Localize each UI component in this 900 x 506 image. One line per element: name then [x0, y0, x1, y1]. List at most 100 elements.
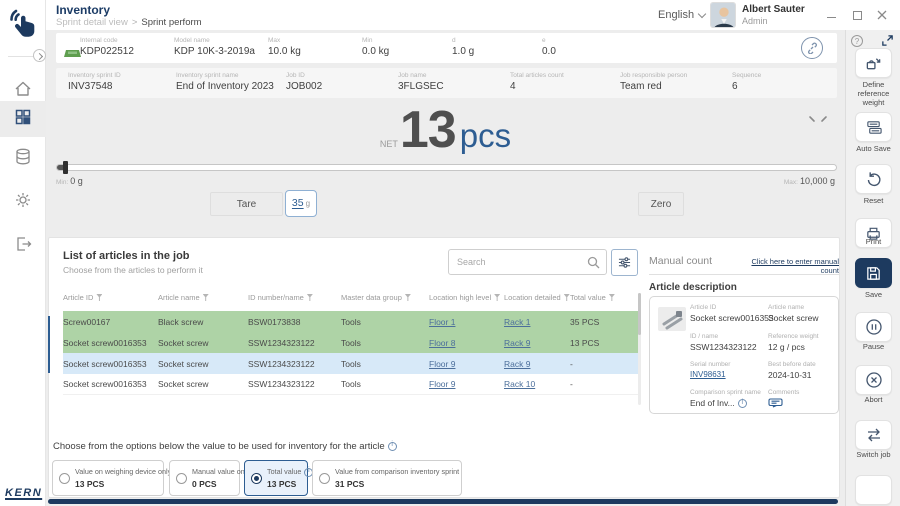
main-content: Internal codeKDP022512 Model nameKDP 10K… — [46, 30, 845, 506]
option-total-value[interactable]: Total value 13 PCS — [244, 460, 308, 496]
floor-link[interactable]: Floor 9 — [429, 359, 455, 369]
sidebar-item-apps[interactable] — [0, 101, 46, 137]
cell-total: - — [570, 379, 638, 389]
article-photo — [658, 307, 686, 331]
slider-handle[interactable] — [63, 161, 68, 174]
tare-button[interactable]: Tare — [210, 192, 283, 216]
column-header[interactable]: Article name — [158, 293, 248, 302]
app-logo-touch-icon — [7, 5, 39, 43]
collapse-display-icon[interactable] — [808, 110, 828, 128]
user-avatar[interactable] — [710, 2, 736, 28]
sprint-field: Sequence6 — [732, 72, 761, 92]
auto-save-button[interactable] — [855, 112, 892, 142]
cell-group: Tools — [341, 379, 429, 389]
filter-funnel-icon[interactable] — [96, 294, 102, 301]
comments-icon[interactable] — [768, 398, 783, 408]
floor-link[interactable]: Floor 1 — [429, 317, 455, 327]
device-field: Max10.0 kg — [268, 37, 301, 57]
filter-funnel-icon[interactable] — [307, 294, 313, 301]
abort-button[interactable] — [855, 365, 892, 395]
window-maximize-button[interactable] — [850, 8, 864, 22]
window-close-button[interactable] — [875, 8, 889, 22]
sprint-field: Job name3FLGSEC — [398, 72, 444, 92]
rack-link[interactable]: Rack 10 — [504, 379, 535, 389]
user-name: Albert Sauter — [742, 4, 805, 15]
sidebar-item-settings[interactable] — [0, 184, 46, 220]
reset-button[interactable] — [855, 164, 892, 194]
filter-settings-button[interactable] — [611, 249, 638, 276]
floor-link[interactable]: Floor 8 — [429, 338, 455, 348]
option-weighing-device-only[interactable]: Value on weighing device only 13 PCS — [52, 460, 164, 496]
switch-job-button[interactable] — [855, 420, 892, 450]
device-connection-link-icon[interactable] — [801, 37, 823, 59]
table-row[interactable]: Socket screw0016353 Socket screw SSW1234… — [63, 374, 638, 395]
search-input[interactable] — [457, 251, 585, 273]
filter-funnel-icon[interactable] — [203, 294, 209, 301]
rack-link[interactable]: Rack 1 — [504, 317, 530, 327]
column-header[interactable]: Location high level — [429, 293, 504, 302]
table-row[interactable]: Screw00167 Black screw BSW0173838 Tools … — [63, 311, 638, 332]
tare-value[interactable]: 35 — [292, 197, 304, 209]
breadcrumb-current: Sprint perform — [141, 17, 201, 28]
sidebar-item-database[interactable] — [0, 141, 46, 177]
floor-link[interactable]: Floor 9 — [429, 379, 455, 389]
column-header[interactable]: Location detailed — [504, 293, 570, 302]
table-scrollbar[interactable] — [638, 293, 641, 405]
filter-funnel-icon[interactable] — [405, 294, 411, 301]
column-header[interactable]: ID number/name — [248, 293, 341, 302]
search-icon — [587, 256, 600, 269]
column-header[interactable]: Article ID — [63, 293, 158, 302]
sidebar-expand-toggle[interactable] — [33, 49, 46, 62]
abort-icon — [865, 371, 883, 389]
radio-unselected[interactable] — [176, 473, 187, 484]
manual-count-link[interactable]: Click here to enter manual count — [743, 257, 839, 275]
radio-unselected[interactable] — [59, 473, 70, 484]
serial-number-link[interactable]: INV98631 — [690, 370, 730, 379]
partial-bottom-button[interactable] — [855, 475, 892, 505]
option-comparison-sprint-value[interactable]: Value from comparison inventory sprint 3… — [312, 460, 462, 496]
weight-range-slider[interactable] — [56, 164, 837, 171]
table-row-selected[interactable]: Socket screw0016353 Socket screw SSW1234… — [63, 353, 638, 374]
desc-field-article-name: Article nameSocket screw — [768, 304, 819, 323]
window-minimize-button[interactable] — [824, 8, 838, 22]
device-field: e0.0 — [542, 37, 556, 57]
cell-total: 13 PCS — [570, 338, 638, 348]
range-max: Max:10,000 g — [784, 176, 835, 186]
radio-selected[interactable] — [251, 473, 262, 484]
help-icon[interactable]: ? — [851, 35, 863, 47]
rack-link[interactable]: Rack 9 — [504, 359, 530, 369]
zero-button[interactable]: Zero — [638, 192, 684, 216]
language-selector[interactable]: English — [658, 9, 705, 21]
manual-count-label: Manual count — [649, 255, 712, 267]
sliders-icon — [618, 256, 631, 269]
horizontal-scrollbar[interactable] — [48, 499, 838, 504]
column-header[interactable]: Master data group — [341, 293, 429, 302]
info-icon[interactable] — [388, 442, 397, 451]
filter-funnel-icon[interactable] — [564, 294, 570, 301]
cell-article-id: Screw00167 — [63, 317, 158, 327]
cell-article-name: Socket screw — [158, 359, 248, 369]
toolbar-label-print: Print — [846, 237, 900, 246]
device-field: d1.0 g — [452, 37, 474, 57]
pause-button[interactable] — [855, 312, 892, 342]
save-button[interactable] — [855, 258, 892, 288]
minimize-icon — [827, 17, 836, 18]
options-prompt: Choose from the options below the value … — [53, 441, 397, 452]
sidebar-item-logout[interactable] — [0, 228, 46, 264]
option-manual-value-only[interactable]: Manual value only 0 PCS — [169, 460, 240, 496]
filter-funnel-icon[interactable] — [609, 294, 615, 301]
sprint-info-bar: Inventory sprint IDINV37548 Inventory sp… — [56, 68, 837, 98]
search-box[interactable] — [448, 249, 607, 275]
column-header[interactable]: Total value — [570, 293, 638, 302]
toolbar-label-auto-save: Auto Save — [846, 144, 900, 153]
tare-value-input[interactable]: 35 g — [285, 190, 317, 217]
breadcrumb-parent[interactable]: Sprint detail view — [56, 17, 128, 28]
table-row[interactable]: Socket screw0016353 Socket screw SSW1234… — [63, 332, 638, 353]
toolbar-label-switch-job: Switch job — [846, 450, 900, 459]
define-reference-weight-button[interactable] — [855, 48, 892, 78]
article-description-title: Article description — [649, 282, 737, 293]
rack-link[interactable]: Rack 9 — [504, 338, 530, 348]
filter-funnel-icon[interactable] — [494, 294, 500, 301]
radio-unselected[interactable] — [319, 473, 330, 484]
info-icon[interactable] — [738, 399, 747, 408]
